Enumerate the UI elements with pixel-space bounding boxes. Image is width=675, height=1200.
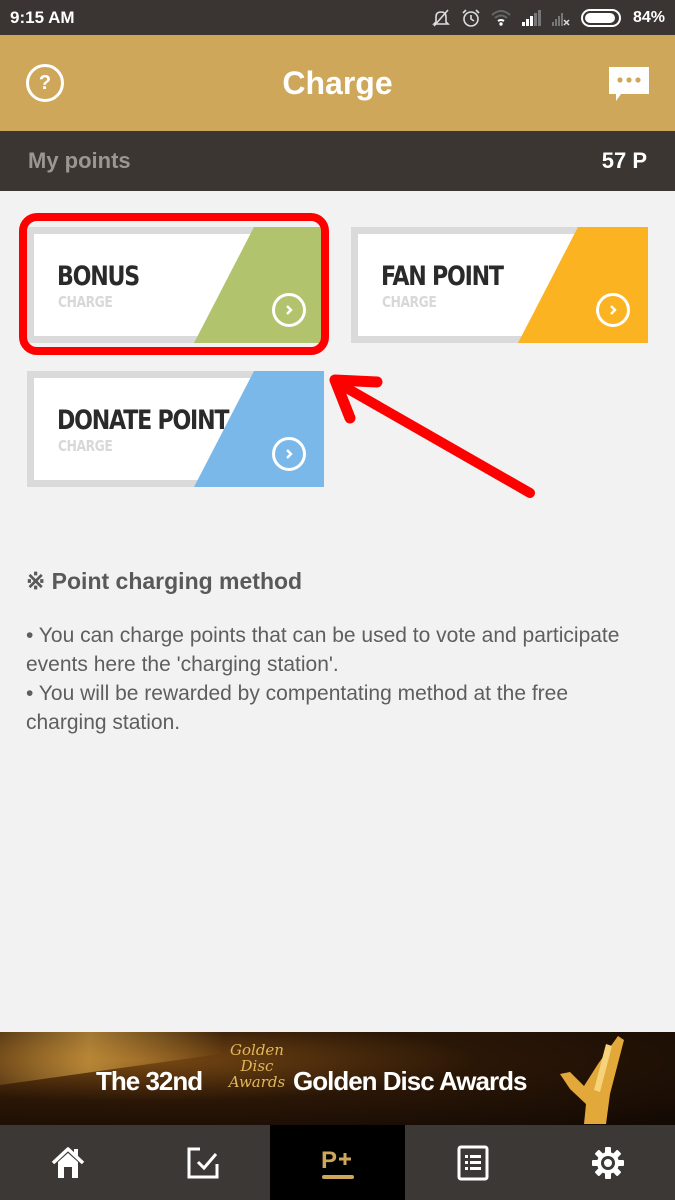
signal-icon [521, 9, 541, 26]
home-icon [51, 1146, 84, 1178]
fan-point-charge-card[interactable]: FAN POINT CHARGE [351, 227, 648, 343]
banner-text: Golden Disc Awards [293, 1066, 527, 1096]
list-icon [457, 1145, 488, 1180]
status-icons: 84% [431, 8, 665, 28]
chat-icon[interactable] [609, 67, 649, 103]
nav-list[interactable] [405, 1125, 540, 1200]
card-title: DONATE POINT [57, 405, 229, 436]
status-time: 9:15 AM [10, 7, 75, 27]
page-title: Charge [282, 64, 393, 101]
battery-percent: 84% [632, 8, 665, 26]
chevron-right-icon [272, 437, 306, 471]
charge-screen: 9:15 AM 84% ? Charge My points 57 P BONU… [0, 0, 675, 1200]
notifications-off-icon [432, 8, 450, 27]
nav-charge[interactable]: P [270, 1125, 405, 1200]
bottom-nav: P [0, 1125, 675, 1200]
points-plus-icon: P [321, 1147, 354, 1179]
app-header: ? Charge [0, 35, 675, 131]
bonus-charge-card[interactable]: BONUS CHARGE [27, 227, 324, 343]
banner-text: The 32nd [96, 1066, 203, 1096]
info-line: • You can charge points that can be used… [26, 624, 620, 676]
status-bar: 9:15 AM 84% [0, 0, 675, 35]
my-points-label: My points [28, 148, 131, 173]
donate-point-charge-card[interactable]: DONATE POINT CHARGE [27, 371, 324, 487]
golden-disc-awards-banner[interactable]: The 32nd Golden Disc Awards Golden Disc … [0, 1032, 675, 1125]
card-title: FAN POINT [381, 261, 504, 292]
info-body: • You can charge points that can be used… [26, 621, 646, 737]
banner-logo: Golden Disc Awards [228, 1041, 286, 1091]
help-button[interactable]: ? [26, 64, 64, 102]
info-line: • You will be rewarded by compentating m… [26, 682, 569, 734]
help-icon: ? [38, 71, 52, 94]
card-subtitle: CHARGE [58, 437, 113, 455]
chevron-right-icon [272, 293, 306, 327]
alarm-icon [462, 8, 480, 27]
trophy-icon [560, 1036, 624, 1124]
card-title: BONUS [57, 261, 140, 292]
annotation-arrow-icon [329, 374, 535, 498]
svg-text:P: P [321, 1147, 337, 1174]
nav-home[interactable] [0, 1125, 135, 1200]
card-subtitle: CHARGE [382, 293, 437, 311]
wifi-icon [491, 9, 511, 26]
info-title: ※ Point charging method [26, 568, 303, 594]
nav-vote[interactable] [135, 1125, 270, 1200]
battery-icon [580, 8, 621, 27]
card-subtitle: CHARGE [58, 293, 113, 311]
my-points-value: 57 P [601, 148, 647, 173]
gear-icon [591, 1146, 624, 1179]
my-points-bar: My points 57 P [0, 131, 675, 191]
checkbox-icon [187, 1147, 218, 1178]
signal-no-sim-icon [551, 12, 570, 26]
nav-settings[interactable] [540, 1125, 675, 1200]
chevron-right-icon [596, 293, 630, 327]
